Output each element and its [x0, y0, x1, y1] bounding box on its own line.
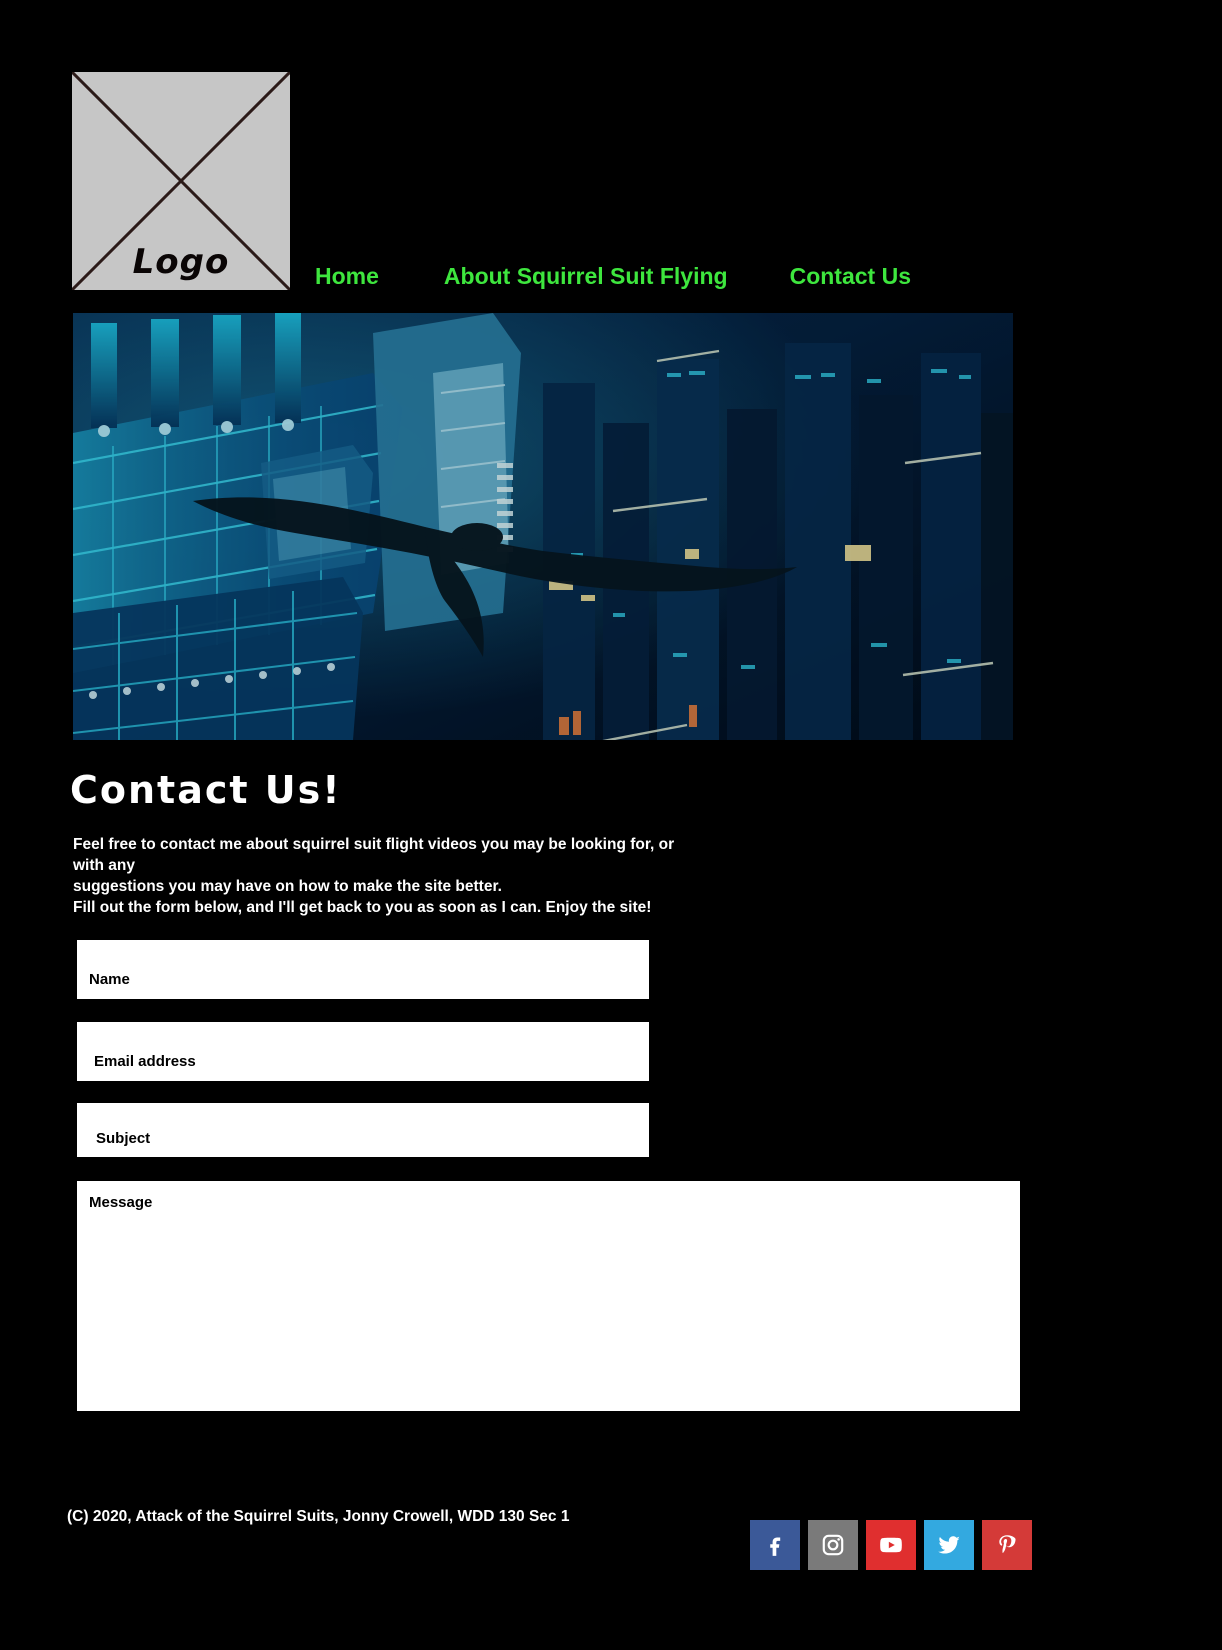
site-header: Logo Home About Squirrel Suit Flying Con…	[0, 0, 1222, 292]
facebook-glyph	[770, 1537, 781, 1556]
twitter-glyph	[938, 1536, 960, 1554]
logo-placeholder[interactable]: Logo	[70, 70, 292, 292]
page-title: Contact Us!	[70, 768, 342, 812]
main-content: Contact Us! Feel free to contact me abou…	[0, 740, 1222, 918]
pinterest-glyph	[999, 1535, 1016, 1554]
facebook-icon[interactable]	[750, 1520, 800, 1570]
nav-link-about[interactable]: About Squirrel Suit Flying	[444, 263, 728, 290]
nav-link-contact[interactable]: Contact Us	[790, 263, 911, 290]
message-textarea[interactable]: Message	[77, 1181, 1020, 1411]
intro-paragraph: Feel free to contact me about squirrel s…	[0, 812, 700, 918]
youtube-glyph	[880, 1537, 902, 1553]
instagram-icon[interactable]	[808, 1520, 858, 1570]
copyright-text: (C) 2020, Attack of the Squirrel Suits, …	[67, 1508, 570, 1525]
intro-line-2: suggestions you may have on how to make …	[73, 878, 502, 895]
intro-line-3: Fill out the form below, and I'll get ba…	[73, 899, 652, 916]
nav-link-home[interactable]: Home	[315, 263, 379, 290]
twitter-icon[interactable]	[924, 1520, 974, 1570]
intro-line-1: Feel free to contact me about squirrel s…	[73, 836, 675, 874]
logo-label: Logo	[132, 242, 230, 282]
youtube-icon[interactable]	[866, 1520, 916, 1570]
main-navigation: Home About Squirrel Suit Flying Contact …	[315, 263, 911, 290]
site-footer: (C) 2020, Attack of the Squirrel Suits, …	[0, 1490, 1222, 1650]
message-textarea-label: Message	[89, 1194, 153, 1211]
pinterest-icon[interactable]	[982, 1520, 1032, 1570]
hero-image	[73, 313, 1013, 740]
email-input[interactable]: Email address	[77, 1022, 649, 1081]
subject-input[interactable]: Subject	[77, 1103, 649, 1157]
name-input[interactable]: Name	[77, 940, 649, 999]
instagram-glyph	[822, 1534, 844, 1556]
social-links	[750, 1520, 1032, 1570]
hero-cityscape-graphic	[73, 313, 1013, 740]
name-input-label: Name	[89, 971, 130, 988]
email-input-label: Email address	[94, 1053, 196, 1070]
subject-input-label: Subject	[96, 1130, 151, 1147]
